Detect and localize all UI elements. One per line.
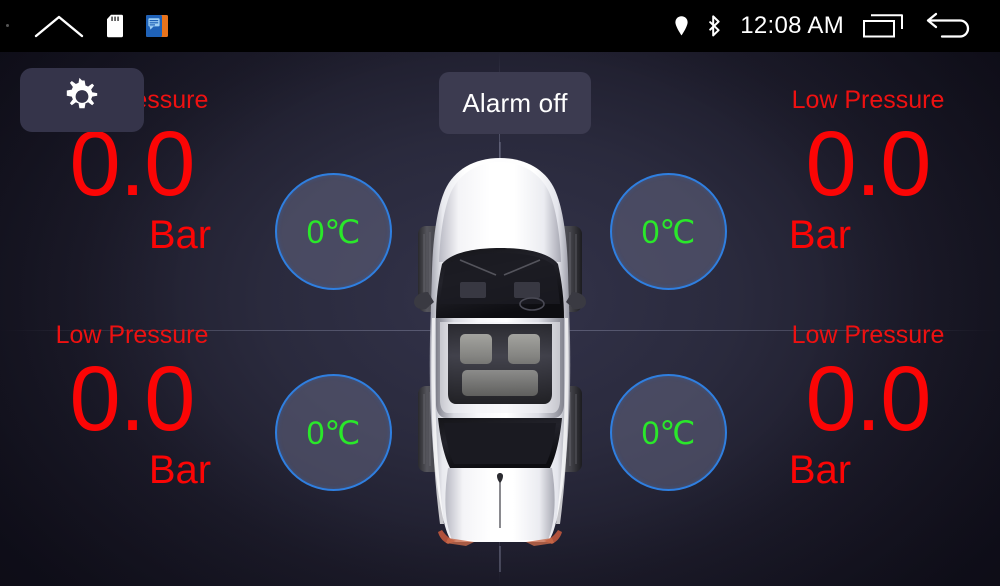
status-bar: 12:08 AM — [0, 0, 1000, 52]
temperature-rear-left[interactable]: 0℃ — [275, 374, 392, 491]
alarm-button-label: Alarm off — [462, 87, 568, 118]
gear-icon — [61, 77, 103, 124]
settings-button[interactable] — [20, 68, 144, 132]
status-badge-front-right: Low Pressure — [791, 86, 945, 114]
pressure-value-front-left: 0.0 — [69, 113, 196, 215]
alarm-toggle-button[interactable]: Alarm off — [439, 72, 591, 134]
bluetooth-icon — [707, 15, 722, 37]
sd-card-icon[interactable] — [106, 14, 124, 38]
status-bar-left-group — [0, 0, 168, 52]
tpms-main-panel: Alarm off Low Pressure 0.0 Bar 0℃ Low Pr… — [0, 52, 1000, 586]
pressure-value-rear-right: 0.0 — [805, 348, 932, 450]
location-pin-icon — [674, 15, 689, 37]
temperature-rear-right[interactable]: 0℃ — [610, 374, 727, 491]
status-bar-clock: 12:08 AM — [740, 12, 844, 39]
status-badge-rear-left: Low Pressure — [55, 321, 209, 349]
back-icon[interactable] — [922, 11, 974, 41]
pressure-unit-rear-right: Bar — [788, 448, 852, 493]
tire-readout-front-right: Low Pressure 0.0 Bar — [718, 86, 1000, 258]
recent-apps-icon[interactable] — [862, 13, 904, 39]
home-icon[interactable] — [34, 14, 84, 38]
temperature-value-front-left: 0℃ — [306, 213, 361, 250]
tire-readout-rear-right: Low Pressure 0.0 Bar — [718, 321, 1000, 493]
pressure-unit-front-right: Bar — [788, 213, 852, 258]
tpms-screen: 12:08 AM Alarm off Pressure 0.0 Bar 0℃ L… — [0, 0, 1000, 586]
temperature-value-front-right: 0℃ — [641, 213, 696, 250]
status-bar-right-group: 12:08 AM — [674, 0, 1000, 52]
tire-readout-rear-left: Low Pressure 0.0 Bar — [0, 321, 282, 493]
temperature-front-right[interactable]: 0℃ — [610, 173, 727, 290]
temperature-front-left[interactable]: 0℃ — [275, 173, 392, 290]
temperature-value-rear-right: 0℃ — [641, 414, 696, 451]
pressure-unit-rear-left: Bar — [148, 448, 212, 493]
app-notification-icon[interactable] — [146, 15, 168, 37]
pressure-value-front-right: 0.0 — [805, 113, 932, 215]
pressure-value-rear-left: 0.0 — [69, 348, 196, 450]
car-top-view-illustration — [414, 142, 586, 572]
status-badge-rear-right: Low Pressure — [791, 321, 945, 349]
temperature-value-rear-left: 0℃ — [306, 414, 361, 451]
pressure-unit-front-left: Bar — [148, 213, 212, 258]
